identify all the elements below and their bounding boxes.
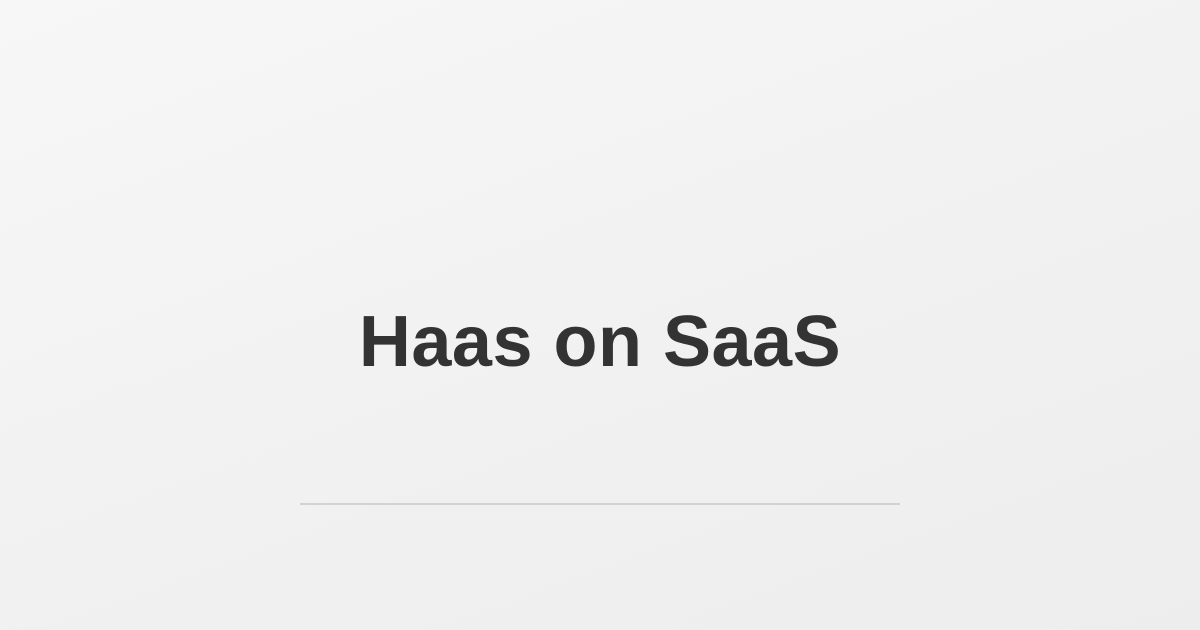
divider-line: [300, 503, 900, 505]
page-title: Haas on SaaS: [358, 302, 842, 382]
social-card: Haas on SaaS: [0, 0, 1200, 630]
